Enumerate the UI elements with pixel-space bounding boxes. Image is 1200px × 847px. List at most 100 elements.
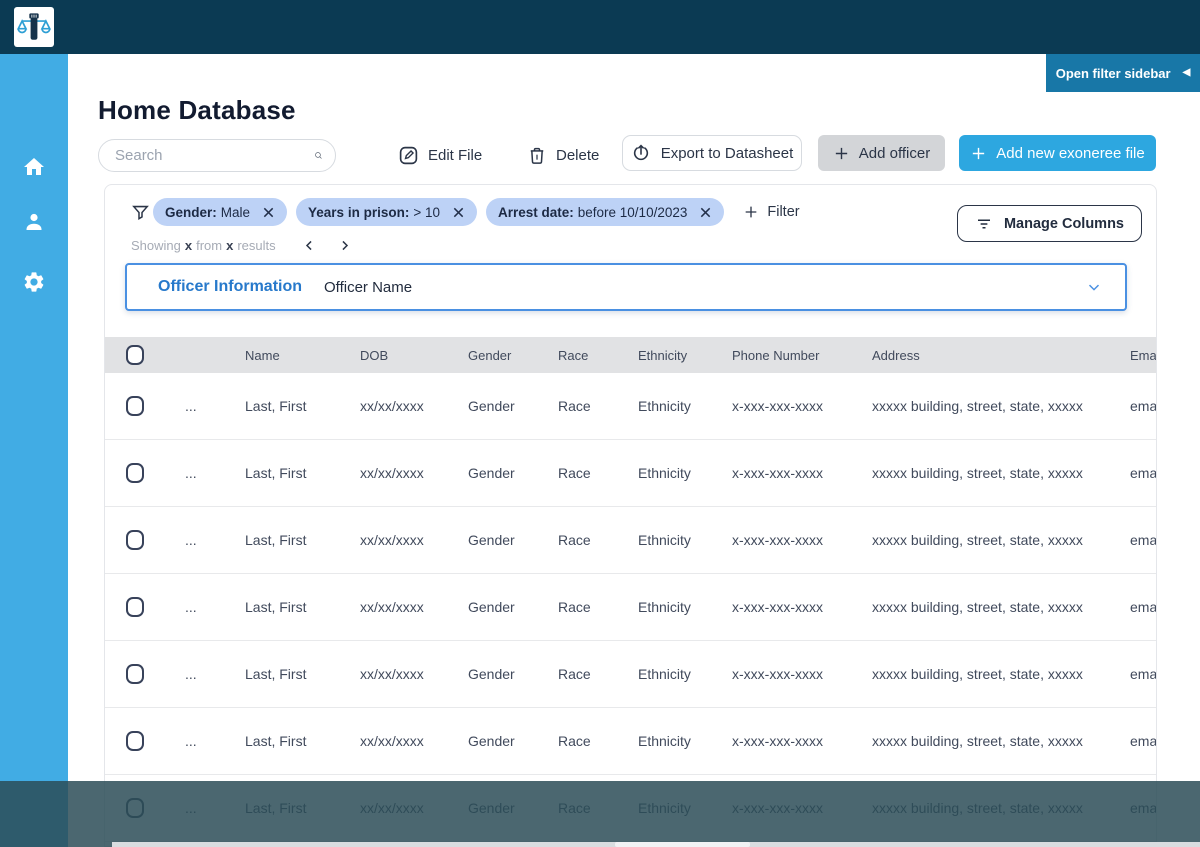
filter-lines-icon: [975, 215, 993, 233]
cell-dob: xx/xx/xxxx: [350, 507, 458, 573]
cell-race: Race: [548, 507, 628, 573]
filter-chip-years-in-prison: Years in prison: > 10: [296, 198, 477, 226]
sidebar-item-settings[interactable]: [22, 270, 46, 294]
cell-name: Last, First: [235, 507, 350, 573]
row-checkbox[interactable]: [126, 664, 144, 684]
row-checkbox[interactable]: [126, 463, 144, 483]
cell-address: xxxxx building, street, state, xxxxx: [862, 440, 1120, 506]
row-actions-ellipsis[interactable]: ...: [175, 507, 235, 573]
row-actions-ellipsis[interactable]: ...: [175, 373, 235, 439]
add-officer-button[interactable]: Add officer: [818, 135, 945, 171]
sidebar-item-users[interactable]: [22, 210, 46, 234]
data-table: Name DOB Gender Race Ethnicity Phone Num…: [105, 337, 1157, 842]
table-row[interactable]: ... Last, First xx/xx/xxxx Gender Race E…: [105, 708, 1157, 775]
table-body: ... Last, First xx/xx/xxxx Gender Race E…: [105, 373, 1157, 842]
table-row[interactable]: ... Last, First xx/xx/xxxx Gender Race E…: [105, 373, 1157, 440]
cell-ethnicity: Ethnicity: [628, 574, 722, 640]
row-checkbox[interactable]: [126, 731, 144, 751]
plus-icon: [743, 204, 759, 220]
table-row[interactable]: ... Last, First xx/xx/xxxx Gender Race E…: [105, 574, 1157, 641]
add-filter-label: Filter: [767, 204, 799, 220]
cell-gender: Gender: [458, 708, 548, 774]
app-logo[interactable]: [14, 7, 54, 47]
select-all-checkbox[interactable]: [126, 345, 144, 365]
open-filter-sidebar-button[interactable]: Open filter sidebar ◀: [1046, 54, 1200, 92]
filter-chip-gender: Gender: Male: [153, 198, 287, 226]
header-address: Address: [862, 337, 1120, 373]
search-box: [98, 139, 336, 172]
cell-name: Last, First: [235, 708, 350, 774]
cell-race: Race: [548, 641, 628, 707]
trash-icon: [527, 145, 547, 166]
filter-chips-row: Gender: Male Years in prison: > 10 Arres…: [153, 198, 800, 226]
cell-race: Race: [548, 440, 628, 506]
table-row[interactable]: ... Last, First xx/xx/xxxx Gender Race E…: [105, 641, 1157, 708]
sidebar: [0, 54, 68, 847]
group-selected-value: Officer Name: [324, 279, 412, 296]
header-phone: Phone Number: [722, 337, 862, 373]
chip-label: Years in prison:: [308, 205, 409, 220]
delete-button[interactable]: Delete: [527, 139, 599, 172]
scales-of-justice-icon: [17, 10, 51, 44]
chevron-right-icon: [337, 238, 352, 253]
cell-name: Last, First: [235, 440, 350, 506]
cell-phone: x-xxx-xxx-xxxx: [722, 373, 862, 439]
add-officer-label: Add officer: [859, 145, 930, 162]
chip-value: > 10: [413, 205, 440, 220]
export-datasheet-label: Export to Datasheet: [661, 145, 794, 162]
delete-label: Delete: [556, 147, 599, 164]
chip-close-icon[interactable]: [699, 206, 712, 219]
row-checkbox[interactable]: [126, 530, 144, 550]
previous-page-button[interactable]: [302, 238, 317, 253]
scrollbar-thumb[interactable]: [615, 842, 750, 847]
top-bar: [0, 0, 1200, 54]
open-filter-sidebar-label: Open filter sidebar: [1056, 66, 1171, 81]
settings-gear-icon: [22, 270, 46, 294]
manage-columns-button[interactable]: Manage Columns: [957, 205, 1142, 242]
header-actions: [175, 337, 235, 373]
from-text: from: [196, 238, 222, 253]
filter-funnel-icon: [131, 203, 150, 222]
export-icon: [631, 143, 651, 163]
column-group-selector[interactable]: Officer Information Officer Name: [125, 263, 1127, 311]
cell-phone: x-xxx-xxx-xxxx: [722, 641, 862, 707]
row-checkbox[interactable]: [126, 396, 144, 416]
cell-address: xxxxx building, street, state, xxxxx: [862, 373, 1120, 439]
manage-columns-label: Manage Columns: [1004, 216, 1124, 232]
cell-address: xxxxx building, street, state, xxxxx: [862, 708, 1120, 774]
header-gender: Gender: [458, 337, 548, 373]
search-input[interactable]: [115, 147, 314, 164]
edit-file-button[interactable]: Edit File: [398, 139, 482, 172]
cell-phone: x-xxx-xxx-xxxx: [722, 507, 862, 573]
export-datasheet-button[interactable]: Export to Datasheet: [622, 135, 802, 171]
chip-value: before 10/10/2023: [578, 205, 688, 220]
search-icon[interactable]: [314, 146, 323, 165]
table-row[interactable]: ... Last, First xx/xx/xxxx Gender Race E…: [105, 507, 1157, 574]
cell-ethnicity: Ethnicity: [628, 708, 722, 774]
cell-email: email: [1120, 641, 1157, 707]
chip-close-icon[interactable]: [262, 206, 275, 219]
add-exoneree-file-button[interactable]: Add new exoneree file: [959, 135, 1156, 171]
cell-email: email: [1120, 373, 1157, 439]
cell-race: Race: [548, 373, 628, 439]
row-actions-ellipsis[interactable]: ...: [175, 641, 235, 707]
edit-icon: [398, 145, 419, 166]
chip-label: Gender:: [165, 205, 217, 220]
table-row[interactable]: ... Last, First xx/xx/xxxx Gender Race E…: [105, 440, 1157, 507]
row-actions-ellipsis[interactable]: ...: [175, 574, 235, 640]
cell-gender: Gender: [458, 440, 548, 506]
row-actions-ellipsis[interactable]: ...: [175, 440, 235, 506]
cell-dob: xx/xx/xxxx: [350, 708, 458, 774]
home-icon: [22, 155, 46, 179]
sidebar-item-home[interactable]: [22, 155, 46, 179]
cell-name: Last, First: [235, 574, 350, 640]
horizontal-scrollbar[interactable]: [112, 842, 1200, 847]
chip-close-icon[interactable]: [452, 206, 465, 219]
next-page-button[interactable]: [337, 238, 352, 253]
add-filter-button[interactable]: Filter: [743, 204, 799, 220]
row-actions-ellipsis[interactable]: ...: [175, 708, 235, 774]
row-checkbox[interactable]: [126, 597, 144, 617]
cell-gender: Gender: [458, 373, 548, 439]
group-section-label: Officer Information: [158, 278, 302, 296]
cell-ethnicity: Ethnicity: [628, 373, 722, 439]
